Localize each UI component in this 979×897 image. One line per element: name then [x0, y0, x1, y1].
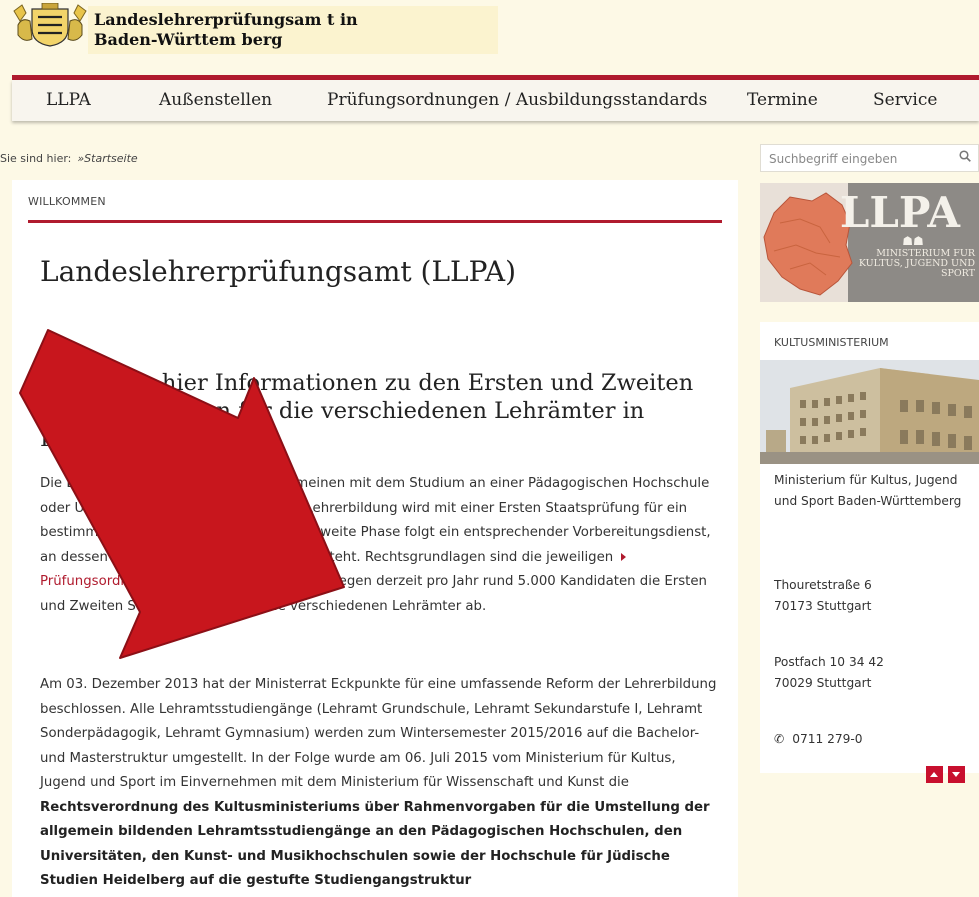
breadcrumb: Sie sind hier: »Startseite [0, 152, 138, 165]
search-icon[interactable] [959, 150, 971, 162]
nav-item-aussenstellen[interactable]: Außenstellen [159, 90, 272, 110]
banner-small-text: MINISTERIUM FÜR KULTUS, JUGEND UND SPORT [858, 249, 975, 279]
page-subtitle: Sie finden hier Informationen zu den Ers… [40, 370, 694, 452]
chevron-up-icon [930, 772, 938, 777]
address-street: Thouretstraße 6 [774, 578, 872, 592]
breadcrumb-prefix: Sie sind hier: [0, 152, 72, 165]
phone-icon: ✆ [774, 732, 785, 746]
search-input[interactable] [761, 145, 951, 173]
scroll-up-button[interactable] [926, 766, 943, 783]
nav-item-termine[interactable]: Termine [747, 90, 818, 110]
phone-row: ✆ 0711 279-0 [774, 732, 863, 746]
intro-paragraph: Die Lehrerausbildung beginnt im Allgemei… [40, 472, 724, 619]
kultusministerium-box: KULTUSMINISTERIUM Ministerium für Kultus… [760, 322, 979, 783]
nav-item-service[interactable]: Service [873, 90, 937, 110]
page-title: Landeslehrerprüfungsamt (LLPA) [40, 255, 517, 288]
search-box [760, 144, 979, 173]
intro-text-1: Die Lehrerausbildung beginnt im Allgemei… [40, 476, 711, 565]
llpa-banner-image: LLPA ☗☗ MINISTERIUM FÜR KULTUS, JUGEND U… [760, 183, 979, 302]
main-navigation: LLPA Außenstellen Prüfungsordnungen / Au… [12, 80, 979, 121]
phone-number[interactable]: 0711 279-0 [792, 732, 862, 746]
postbox-city: 70029 Stuttgart [774, 676, 872, 690]
link-arrow-icon [621, 552, 627, 561]
coat-of-arms-logo[interactable] [12, 3, 88, 47]
rechtsverordnung-text: Rechtsverordnung des Kultusministeriums … [40, 799, 710, 889]
section-label: WILLKOMMEN [28, 195, 106, 208]
nav-item-pruefungsordnungen[interactable]: Prüfungsordnungen / Ausbildungsstandards [327, 90, 707, 110]
ministry-name: Ministerium für Kultus, Jugend und Sport… [774, 473, 962, 508]
breadcrumb-home-link[interactable]: »Startseite [77, 152, 137, 165]
site-name-line2: Baden-Württem berg [94, 30, 283, 49]
banner-big-text: LLPA [840, 188, 962, 237]
llpa-banner[interactable]: LLPA ☗☗ MINISTERIUM FÜR KULTUS, JUGEND U… [760, 183, 979, 302]
site-name[interactable]: Landeslehrerprüfungsam t in Baden-Württe… [94, 10, 358, 50]
pruefungsordnungen-link[interactable]: Prüfungsordnungen [40, 574, 171, 589]
postbox: Postfach 10 34 42 [774, 655, 884, 669]
section-rule [28, 220, 722, 223]
ministry-building-photo [760, 360, 979, 464]
reform-text: Am 03. Dezember 2013 hat der Ministerrat… [40, 677, 717, 790]
site-name-line1: Landeslehrerprüfungsam t in [94, 10, 358, 29]
chevron-down-icon [952, 772, 960, 777]
site-header: Landeslehrerprüfungsam t in Baden-Württe… [0, 0, 979, 75]
kultus-label: KULTUSMINISTERIUM [774, 336, 889, 349]
address-city: 70173 Stuttgart [774, 599, 872, 613]
scroll-down-button[interactable] [948, 766, 965, 783]
main-content: WILLKOMMEN Landeslehrerprüfungsamt (LLPA… [12, 180, 738, 897]
svg-text:☗☗: ☗☗ [902, 234, 924, 248]
nav-item-llpa[interactable]: LLPA [46, 90, 91, 110]
reform-paragraph: Am 03. Dezember 2013 hat der Ministerrat… [40, 673, 724, 894]
